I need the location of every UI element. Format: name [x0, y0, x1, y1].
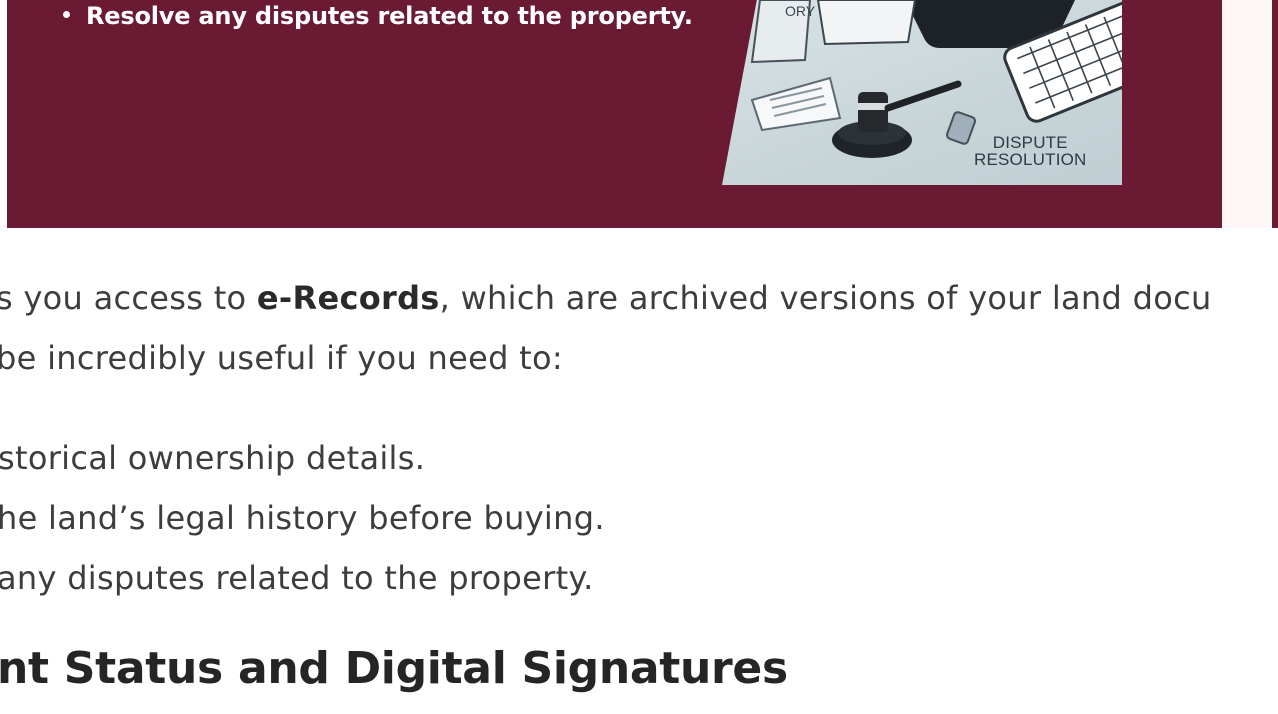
e-records-term: e-Records: [256, 279, 440, 317]
list-item-3: any disputes related to the property.: [0, 559, 594, 597]
paragraph-text-start: s you access to: [0, 279, 257, 317]
list-item-1: storical ownership details.: [0, 439, 426, 477]
list-item-2: he land’s legal history before buying.: [0, 499, 605, 537]
section-heading: nt Status and Digital Signatures: [0, 643, 788, 694]
paragraph-line-2: be incredibly useful if you need to:: [0, 339, 563, 377]
paragraph-text-end: , which are archived versions of your la…: [439, 279, 1212, 317]
page: Resolve any disputes related to the prop…: [0, 0, 1278, 714]
paragraph-line-1: s you access to e-Records, which are arc…: [0, 279, 1212, 317]
article-body: s you access to e-Records, which are arc…: [0, 0, 1278, 714]
